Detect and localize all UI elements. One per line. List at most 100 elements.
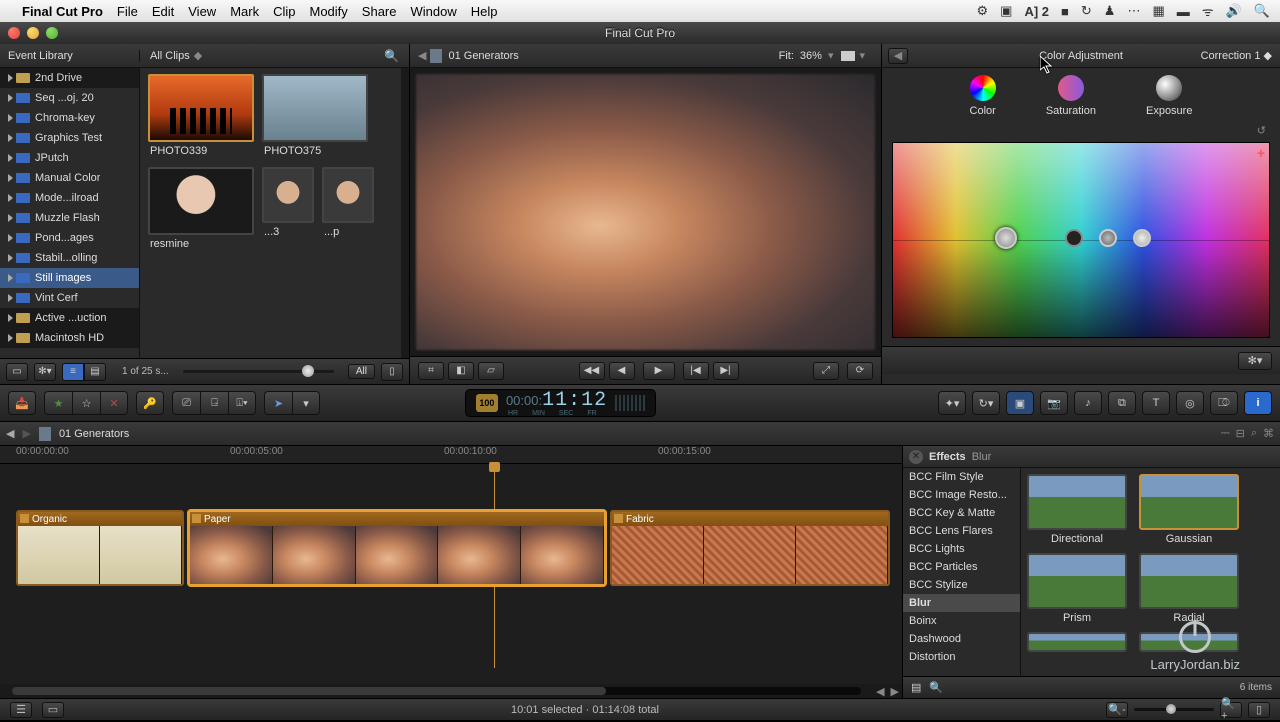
event-item[interactable]: Graphics Test — [0, 128, 139, 148]
clip-appearance-button[interactable]: ▭ — [42, 702, 64, 718]
effects-preset[interactable]: Prism — [1027, 553, 1127, 624]
filmstrip-view-button[interactable]: ▭ — [6, 363, 28, 381]
clip-thumbnail[interactable]: ...p — [322, 167, 374, 250]
play-button[interactable]: ▶ — [643, 362, 675, 380]
midtones-puck[interactable] — [1099, 229, 1117, 247]
effects-preset[interactable] — [1027, 632, 1127, 652]
photos-browser-button[interactable]: 📷 — [1040, 391, 1068, 415]
clip-height-button[interactable]: ▯ — [1248, 702, 1270, 718]
inspector-button[interactable]: i — [1244, 391, 1272, 415]
effects-category[interactable]: Blur — [903, 594, 1020, 612]
event-item[interactable]: Stabil...olling — [0, 248, 139, 268]
keyword-button[interactable]: 🔑 — [136, 391, 164, 415]
effects-category[interactable]: BCC Film Style — [903, 468, 1020, 486]
tool-dropdown[interactable]: ▾ — [292, 391, 320, 415]
viewer-switch[interactable] — [841, 51, 855, 61]
unrate-button[interactable]: ☆ — [72, 391, 100, 415]
timeline-clip[interactable]: Fabric — [610, 510, 890, 586]
import-button[interactable]: 📥 — [8, 391, 36, 415]
clip-thumbnail[interactable]: resmine — [148, 167, 254, 250]
effects-category[interactable]: BCC Particles — [903, 558, 1020, 576]
clip-thumbnail[interactable]: PHOTO339 — [148, 74, 254, 157]
play-reverse-button[interactable]: ◀ — [609, 362, 635, 380]
effects-browser-button[interactable]: ▣ — [1006, 391, 1034, 415]
timeline-index-button[interactable]: ☰ — [10, 702, 32, 718]
effects-list-view-button[interactable]: ▤ — [911, 681, 921, 694]
prev-frame-button[interactable]: |◀ — [683, 362, 709, 380]
timecode-display[interactable]: 100 00:00:11:12 HRMINSECFR — [465, 389, 656, 417]
viewer-options-dropdown[interactable]: ▾ — [859, 49, 865, 62]
duration-all-button[interactable]: All — [348, 364, 375, 379]
effects-preset[interactable]: Radial — [1139, 553, 1239, 624]
action-menu-button[interactable]: ✻▾ — [34, 363, 56, 381]
effects-category[interactable]: Dashwood — [903, 630, 1020, 648]
effects-category[interactable]: BCC Lens Flares — [903, 522, 1020, 540]
timeline-history-fwd[interactable]: ▶ — [22, 427, 30, 440]
timeline-tracks[interactable]: Organic Paper Fabric — [0, 464, 902, 684]
effects-preset[interactable] — [1139, 632, 1239, 652]
menu-clip[interactable]: Clip — [273, 4, 295, 19]
themes-browser-button[interactable]: ⎄ — [1210, 391, 1238, 415]
zoom-out-button[interactable]: 🔍- — [1106, 702, 1128, 718]
timeline-scrollbar[interactable]: ◀▶ — [0, 684, 902, 698]
clips-filter-dropdown[interactable]: All Clips◆ — [140, 49, 212, 62]
menu-modify[interactable]: Modify — [310, 4, 348, 19]
fullscreen-button[interactable]: ⤢ — [813, 362, 839, 380]
menubar-wifi-icon[interactable]: ᯤ — [1202, 2, 1214, 20]
add-puck-icon[interactable]: + — [1257, 145, 1265, 161]
window-zoom-button[interactable] — [46, 27, 58, 39]
menubar-extra-icon[interactable]: ⚙ — [977, 3, 989, 19]
menubar-battery-icon[interactable]: ▬ — [1177, 4, 1190, 19]
library-search-icon[interactable]: 🔍 — [384, 49, 399, 63]
reset-icon[interactable]: ↺ — [1257, 125, 1266, 137]
menu-view[interactable]: View — [188, 4, 216, 19]
exposure-tab[interactable]: Exposure — [1146, 75, 1192, 117]
event-item[interactable]: Mode...ilroad — [0, 188, 139, 208]
zoom-percent[interactable]: 36% — [800, 50, 822, 62]
event-item[interactable]: Chroma-key — [0, 108, 139, 128]
effects-category[interactable]: BCC Key & Matte — [903, 504, 1020, 522]
reject-button[interactable]: ✕ — [100, 391, 128, 415]
menubar-extra-icon[interactable]: ▣ — [1000, 3, 1012, 19]
color-board[interactable]: + — [892, 142, 1270, 338]
transform-button[interactable]: ⌗ — [418, 362, 444, 380]
solo-button[interactable]: ⌕ — [1251, 427, 1257, 440]
zoom-in-button[interactable]: 🔍+ — [1220, 702, 1242, 718]
menubar-timemachine-icon[interactable]: ↻ — [1081, 3, 1092, 19]
global-puck[interactable] — [995, 227, 1017, 249]
audio-skimming-button[interactable]: ⊟ — [1236, 427, 1245, 440]
drive-item[interactable]: Active ...uction — [0, 308, 139, 328]
drive-item[interactable]: 2nd Drive — [0, 68, 139, 88]
zoom-slider[interactable] — [1134, 708, 1214, 711]
correction-selector[interactable]: Correction 1 ◆ — [1201, 49, 1272, 62]
window-minimize-button[interactable] — [27, 27, 39, 39]
effects-category[interactable]: BCC Image Resto... — [903, 486, 1020, 504]
menu-window[interactable]: Window — [411, 4, 457, 19]
enhance-menu-button[interactable]: ↻▾ — [972, 391, 1000, 415]
skimming-button[interactable]: ⎓ — [1221, 427, 1230, 440]
connect-clip-button[interactable]: ⎚ — [172, 391, 200, 415]
clip-thumbnail[interactable]: ...3 — [262, 167, 314, 250]
effects-category[interactable]: Boinx — [903, 612, 1020, 630]
highlights-puck[interactable] — [1133, 229, 1151, 247]
clip-appearance-button[interactable]: ▯ — [381, 363, 403, 381]
menubar-adobe-icon[interactable]: A] 2 — [1024, 4, 1049, 19]
spotlight-icon[interactable]: 🔍 — [1254, 3, 1270, 19]
insert-clip-button[interactable]: ⍈ — [200, 391, 228, 415]
menu-file[interactable]: File — [117, 4, 138, 19]
crop-button[interactable]: ◧ — [448, 362, 474, 380]
menu-mark[interactable]: Mark — [230, 4, 259, 19]
effects-preset[interactable]: Directional — [1027, 474, 1127, 545]
event-item[interactable]: Pond...ages — [0, 228, 139, 248]
close-effects-button[interactable]: ✕ — [909, 450, 923, 464]
event-item[interactable]: Still images — [0, 268, 139, 288]
menu-help[interactable]: Help — [471, 4, 498, 19]
effects-preset[interactable]: Gaussian — [1139, 474, 1239, 545]
event-item[interactable]: Seq ...oj. 20 — [0, 88, 139, 108]
timeline-history-back[interactable]: ◀ — [6, 427, 14, 440]
timeline-ruler[interactable]: 00:00:00:00 00:00:05:00 00:00:10:00 00:0… — [0, 446, 902, 464]
menubar-extra-icon[interactable]: ♟ — [1104, 3, 1116, 19]
filmstrip-button[interactable]: ▤ — [84, 363, 106, 381]
menu-share[interactable]: Share — [362, 4, 397, 19]
drive-item[interactable]: Macintosh HD — [0, 328, 139, 348]
